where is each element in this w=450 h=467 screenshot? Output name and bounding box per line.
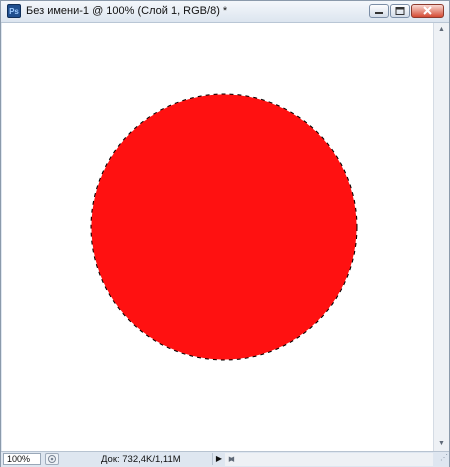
close-button[interactable] — [411, 4, 444, 18]
close-icon — [423, 6, 432, 15]
scroll-right-arrow-icon[interactable]: ▶ — [225, 453, 238, 466]
minimize-icon — [375, 12, 383, 14]
document-size-info: Док: 732,4K/1,11M — [101, 454, 181, 465]
red-circle — [91, 94, 357, 360]
document-canvas[interactable] — [2, 23, 433, 451]
zoom-level-field[interactable]: 100% — [3, 453, 41, 465]
resize-grip-icon[interactable]: ⋰ — [434, 453, 448, 466]
maximize-icon — [395, 7, 405, 15]
vertical-scrollbar[interactable]: ▲ ▼ — [433, 23, 449, 451]
scroll-up-arrow-icon[interactable]: ▲ — [434, 23, 449, 37]
scroll-down-arrow-icon[interactable]: ▼ — [434, 437, 449, 451]
document-window: Ps Без имени-1 @ 100% (Слой 1, RGB/8) * — [0, 0, 450, 467]
minimize-button[interactable] — [369, 4, 389, 18]
status-info-icon[interactable] — [45, 453, 59, 465]
status-swirl-icon — [48, 455, 56, 463]
status-bar: 100% Док: 732,4K/1,11M ▶ ◀ ▶ ⋰ — [1, 451, 449, 467]
maximize-button[interactable] — [390, 4, 410, 18]
title-bar[interactable]: Ps Без имени-1 @ 100% (Слой 1, RGB/8) * — [1, 1, 449, 23]
canvas-drawing — [2, 23, 433, 451]
window-title: Без имени-1 @ 100% (Слой 1, RGB/8) * — [26, 5, 228, 17]
status-menu-arrow-icon[interactable]: ▶ — [212, 453, 226, 465]
photoshop-logo-icon: Ps — [7, 4, 21, 18]
horizontal-scrollbar[interactable]: ◀ ▶ — [225, 453, 433, 466]
